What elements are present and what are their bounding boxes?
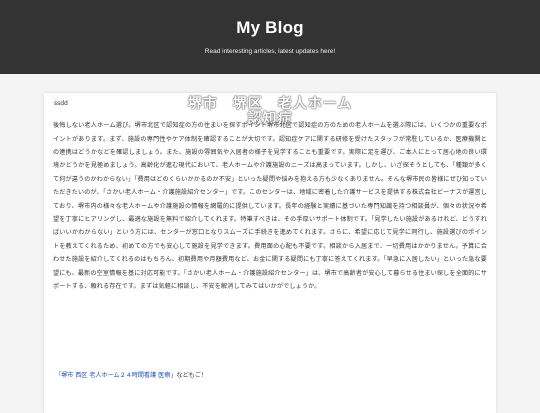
related-post-link[interactable]: 「堺市 西区 老人ホーム２４時間看護 医療」 <box>55 372 176 379</box>
site-title[interactable]: My Blog <box>0 18 540 38</box>
post-link-suffix: などもご！ <box>176 372 207 379</box>
post-heading-line1: 堺市 堺区 老人ホーム <box>187 95 353 112</box>
site-header: My Blog Read interesting articles, lates… <box>0 0 540 74</box>
post-author: ssdd <box>54 100 68 107</box>
post-card: 堺市 堺区 老人ホーム 認知症 ssdd 後悔しない老人ホーム選び。堺市北区で認… <box>44 93 496 413</box>
post-body: 後悔しない老人ホーム選び。堺市北区で認知症の方の住まいを探すポイント堺市北区で認… <box>53 122 487 290</box>
site-tagline: Read interesting articles, latest update… <box>204 48 336 55</box>
post-link-line: 「堺市 西区 老人ホーム２４時間看護 医療」などもご！ <box>55 370 207 379</box>
